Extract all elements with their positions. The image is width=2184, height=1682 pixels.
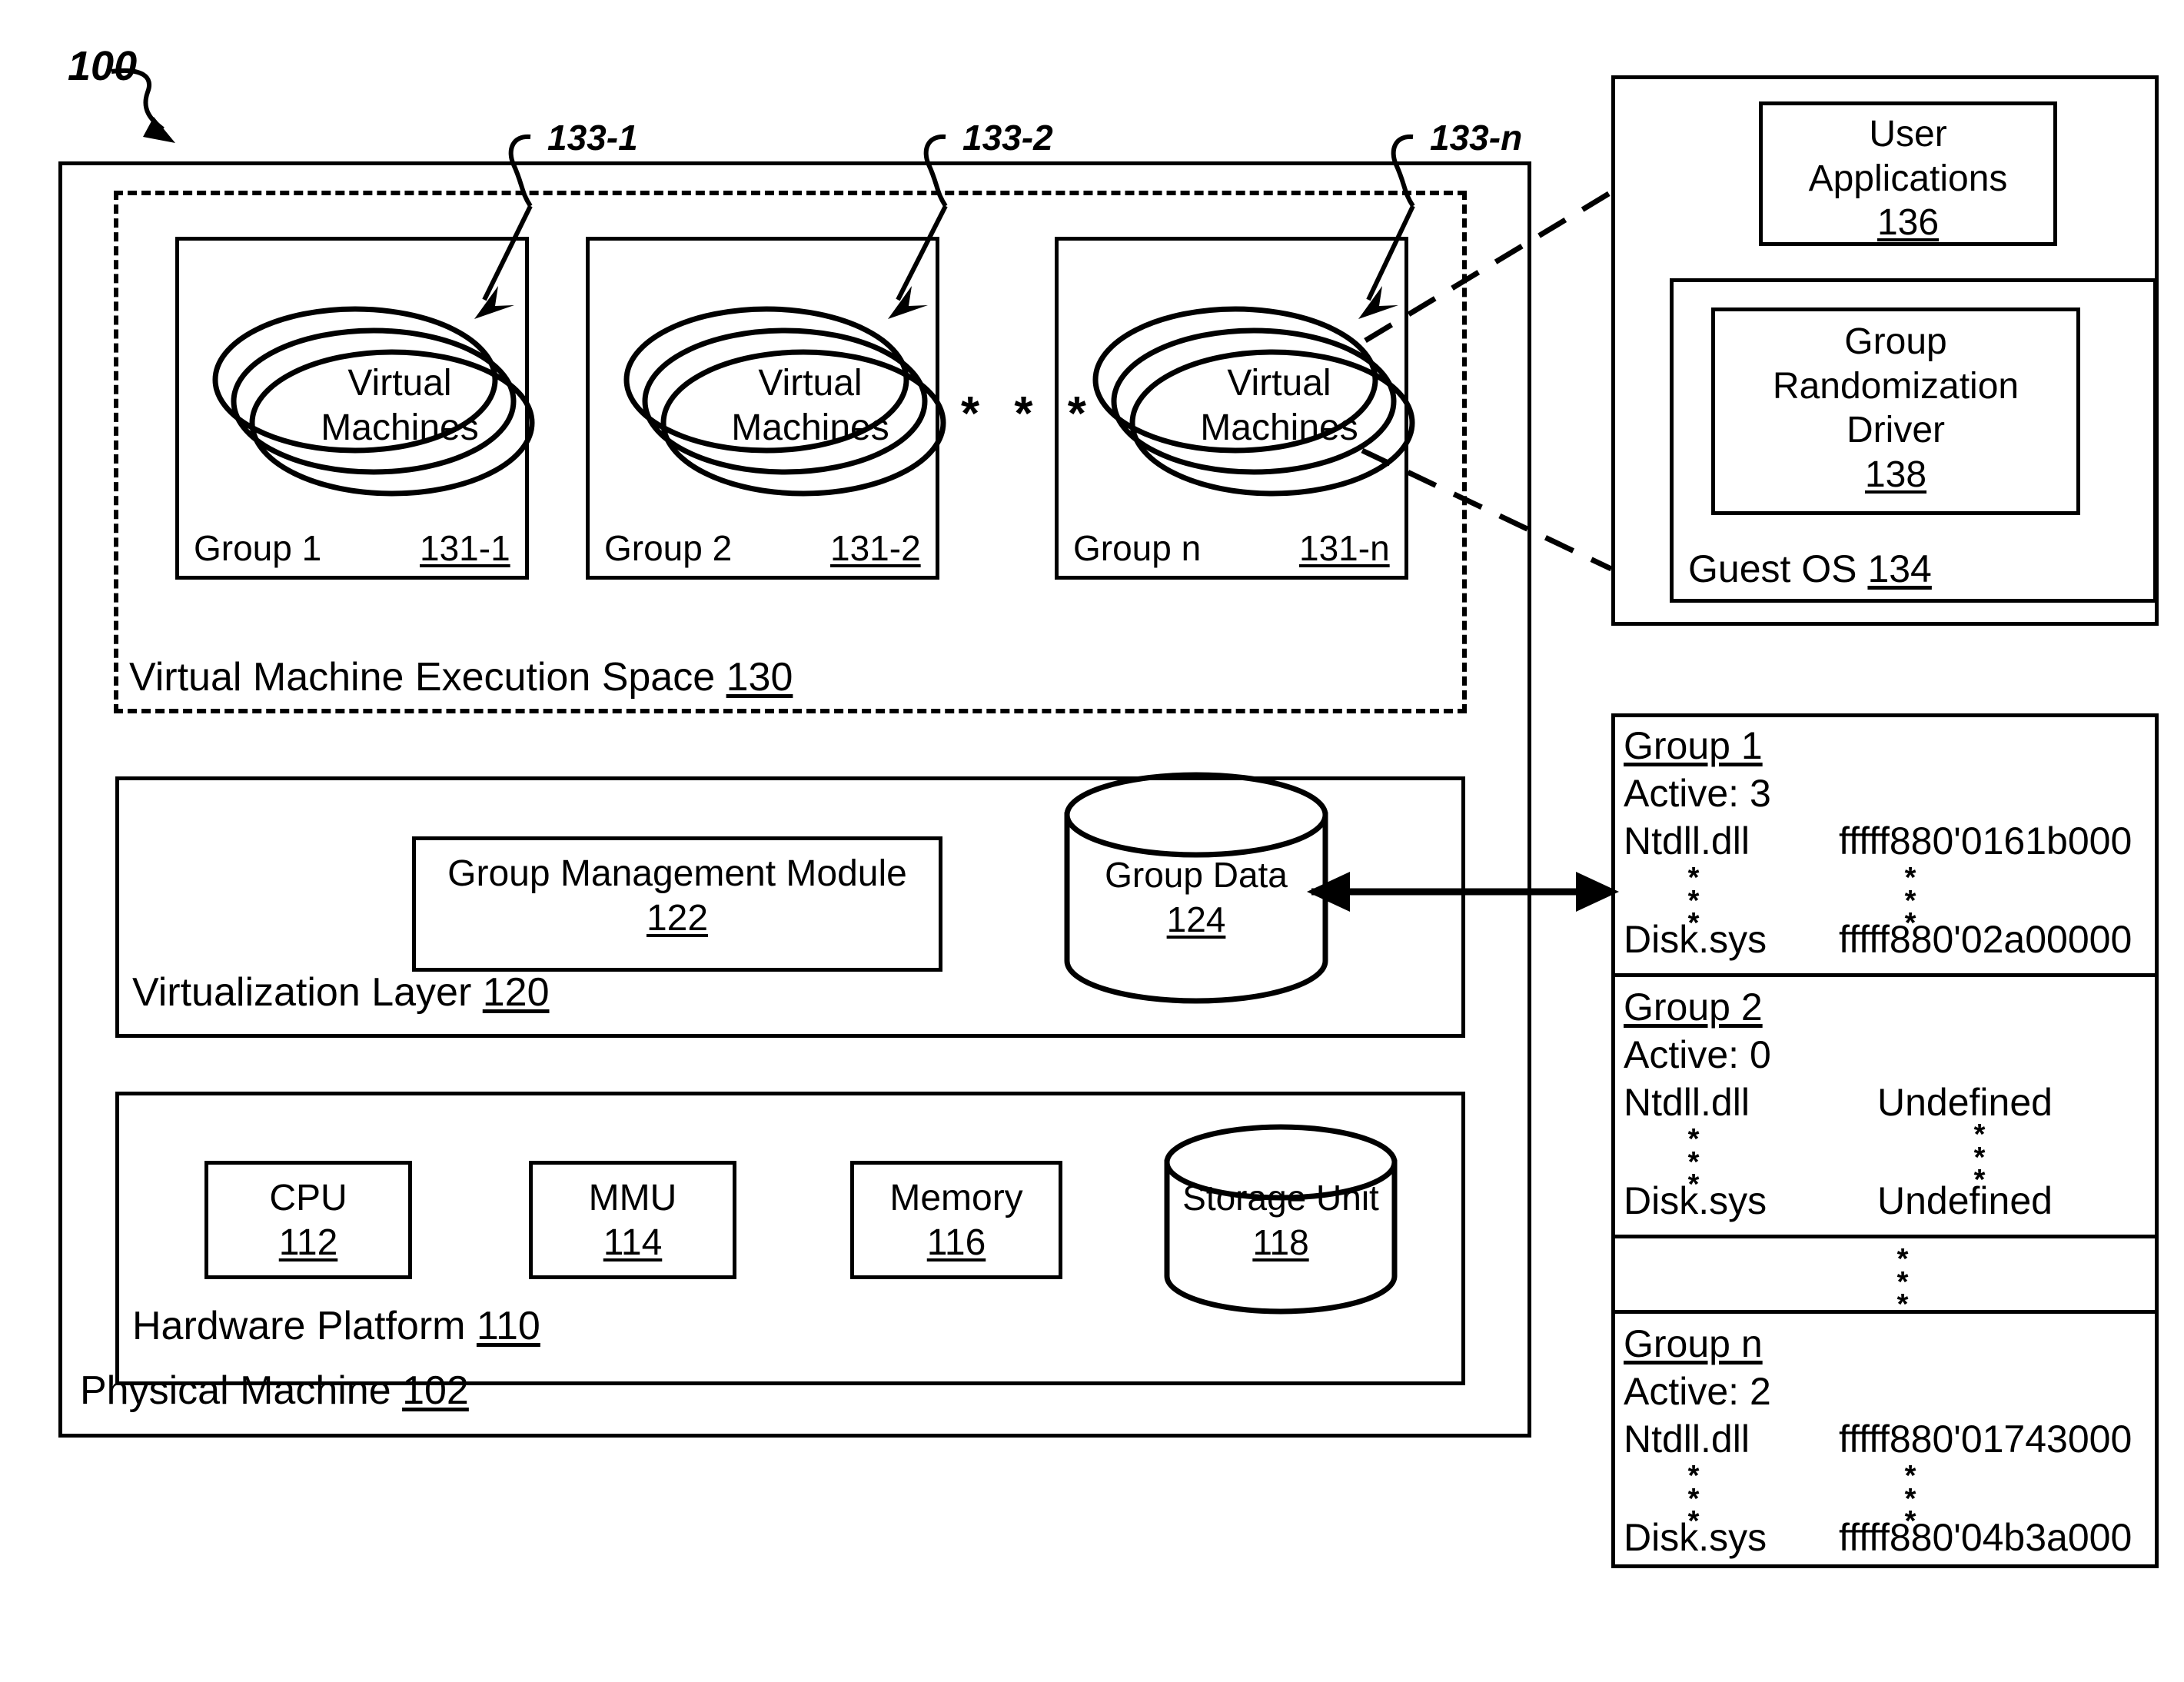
section-1-active: Active: 3: [1624, 772, 1771, 815]
vm-execution-space-ref: 130: [726, 655, 793, 700]
callout-label-133-n: 133-n: [1430, 118, 1523, 158]
callout-label-133-1: 133-1: [547, 118, 638, 158]
mmu-label: MMU 114: [532, 1176, 733, 1265]
storage-unit-ref: 118: [1252, 1222, 1309, 1262]
section-n-active: Active: 2: [1624, 1370, 1771, 1413]
vm-execution-space-label: Virtual Machine Execution Space 130: [129, 655, 793, 700]
group-data-section-gap: * * *: [1614, 1239, 2156, 1319]
vm-group-1-ref: 131-1: [420, 528, 510, 568]
group-randomization-driver-label: Group Randomization Driver 138: [1714, 320, 2077, 497]
vm-label-line1: Virtual: [758, 363, 863, 404]
driver-line3: Driver: [1847, 410, 1945, 451]
vm-label-line1: Virtual: [347, 363, 452, 404]
section-1-row-2-name: Disk.sys: [1624, 918, 1767, 961]
vm-execution-space-title: Virtual Machine Execution Space: [129, 655, 716, 700]
section-1-title: Group 1: [1624, 724, 1763, 767]
section-n-row-0-name: Ntdll.dll: [1624, 1418, 1750, 1461]
storage-unit-title: Storage Unit: [1182, 1178, 1379, 1218]
memory-ref: 116: [926, 1222, 986, 1263]
vm-label-line2: Machines: [1200, 407, 1358, 448]
vm-label-line2: Machines: [321, 407, 479, 448]
group-data-gap-marker: * * *: [1896, 1243, 1909, 1321]
driver-ref: 138: [1864, 454, 1927, 495]
virtualization-layer-ref: 120: [482, 970, 550, 1015]
vm-group-1-vm-label: Virtual Machines: [292, 361, 507, 450]
cpu-label: CPU 112: [208, 1176, 409, 1265]
group-data-section-2[interactable]: Group 2 Active: 0 Ntdll.dll Undefined * *…: [1614, 978, 2156, 1235]
group-data-divider-2: [1611, 1235, 2159, 1238]
section-2-row-2-value: Undefined: [1877, 1179, 2053, 1222]
mmu-ref: 114: [603, 1222, 663, 1263]
section-2-row-0-name: Ntdll.dll: [1624, 1081, 1750, 1124]
vm-label-line1: Virtual: [1227, 363, 1331, 404]
hardware-platform-ref: 110: [476, 1304, 540, 1348]
section-1-row-0-value: fffff880'0161b000: [1839, 819, 2132, 863]
group-data-ref: 124: [1166, 899, 1226, 939]
mmu-title: MMU: [588, 1178, 677, 1218]
section-n-row-2-value: fffff880'04b3a000: [1839, 1516, 2132, 1559]
cpu-title: CPU: [269, 1178, 347, 1218]
memory-title: Memory: [889, 1178, 1023, 1218]
group-data-label: Group Data 124: [1076, 853, 1316, 942]
vm-group-1-name: Group 1: [194, 528, 322, 568]
user-applications-line1: User: [1869, 114, 1947, 155]
hardware-platform-label: Hardware Platform 110: [132, 1304, 540, 1348]
group-management-module-title: Group Management Module: [447, 853, 907, 894]
driver-line2: Randomization: [1772, 365, 2019, 407]
guest-os-title: Guest OS: [1688, 547, 1857, 590]
section-2-row-2-name: Disk.sys: [1624, 1179, 1767, 1222]
guest-os-label: Guest OS 134: [1688, 547, 1932, 590]
callout-label-133-2: 133-2: [962, 118, 1053, 158]
memory-label: Memory 116: [853, 1176, 1059, 1265]
guest-os-ref: 134: [1867, 547, 1932, 590]
figure-number: 100: [68, 43, 138, 89]
group-data-divider-1: [1611, 973, 2159, 977]
user-applications-line2: Applications: [1808, 158, 2008, 199]
group-data-section-n[interactable]: Group n Active: 2 Ntdll.dll fffff880'017…: [1614, 1315, 2156, 1571]
vm-group-n-vm-label: Virtual Machines: [1172, 361, 1387, 450]
storage-unit-label: Storage Unit 118: [1162, 1176, 1399, 1265]
group-management-module-label: Group Management Module 122: [420, 852, 935, 940]
vm-group-2-vm-label: Virtual Machines: [703, 361, 918, 450]
cpu-ref: 112: [278, 1222, 338, 1263]
vm-group-2-name: Group 2: [604, 528, 733, 568]
section-n-row-2-name: Disk.sys: [1624, 1516, 1767, 1559]
section-1-row-0-name: Ntdll.dll: [1624, 819, 1750, 863]
vm-group-2-ref: 131-2: [830, 528, 921, 568]
section-n-title: Group n: [1624, 1322, 1763, 1365]
virtualization-layer-title: Virtualization Layer: [132, 970, 472, 1015]
vm-group-n-ref: 131-n: [1299, 528, 1390, 568]
user-applications-label: User Applications 136: [1762, 112, 2054, 245]
user-applications-ref: 136: [1877, 202, 1940, 244]
virtualization-layer-label: Virtualization Layer 120: [132, 970, 550, 1015]
group-management-module-ref: 122: [646, 897, 709, 939]
group-data-title: Group Data: [1105, 855, 1288, 895]
hardware-platform-title: Hardware Platform: [132, 1304, 466, 1348]
group-data-divider-3: [1611, 1310, 2159, 1314]
section-n-row-0-value: fffff880'01743000: [1839, 1418, 2132, 1461]
section-1-row-2-value: fffff880'02a00000: [1839, 918, 2132, 961]
section-2-active: Active: 0: [1624, 1033, 1771, 1076]
driver-line1: Group: [1844, 321, 1947, 362]
section-2-title: Group 2: [1624, 986, 1763, 1029]
group-data-section-1[interactable]: Group 1 Active: 3 Ntdll.dll fffff880'016…: [1614, 716, 2156, 973]
vm-label-line2: Machines: [731, 407, 889, 448]
vm-group-n-name: Group n: [1073, 528, 1202, 568]
section-2-row-0-value: Undefined: [1877, 1081, 2053, 1124]
